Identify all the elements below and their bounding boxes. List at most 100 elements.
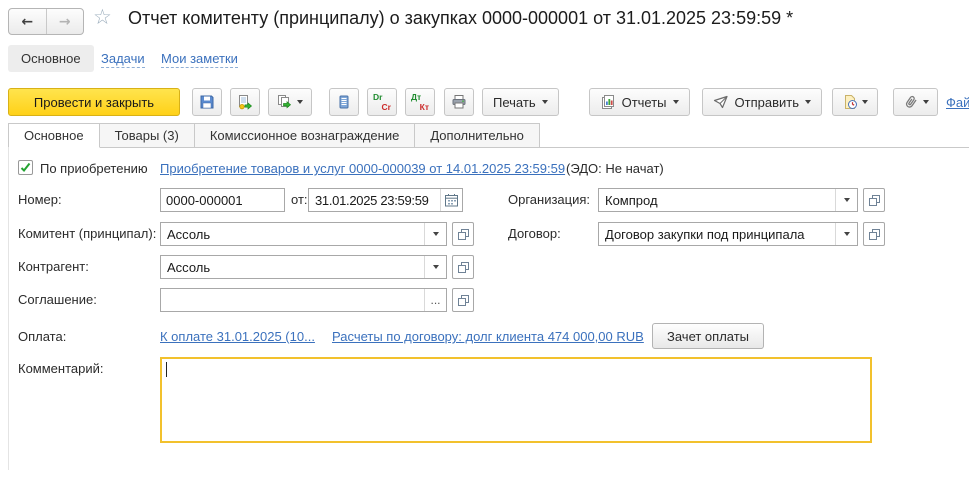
create-based-on-button[interactable] bbox=[268, 88, 312, 116]
open-in-window-icon bbox=[457, 261, 470, 274]
dt-kt-icon: ДтКт bbox=[411, 93, 429, 111]
send-menu-button[interactable]: Отправить bbox=[702, 88, 822, 116]
document-window: ← → ☆ Отчет комитенту (принципалу) о зак… bbox=[0, 0, 969, 491]
calendar-icon bbox=[444, 193, 459, 207]
post-and-close-button[interactable]: Провести и закрыть bbox=[8, 88, 180, 116]
counterparty-combo[interactable]: Ассоль bbox=[160, 255, 447, 279]
open-in-window-icon bbox=[868, 228, 881, 241]
dropdown-button[interactable] bbox=[424, 223, 446, 245]
files-link[interactable]: Файлы bbox=[946, 95, 969, 110]
comment-textarea[interactable] bbox=[160, 357, 872, 443]
floppy-disk-icon bbox=[199, 94, 215, 110]
dropdown-caret-icon bbox=[297, 100, 303, 104]
dropdown-button[interactable] bbox=[835, 223, 857, 245]
contract-open-button[interactable] bbox=[863, 222, 885, 246]
dropdown-caret-icon bbox=[862, 100, 868, 104]
nav-link-notes[interactable]: Мои заметки bbox=[161, 51, 238, 68]
number-label: Номер: bbox=[18, 192, 62, 207]
payment-settlements-link[interactable]: Расчеты по договору: долг клиента 474 00… bbox=[332, 329, 644, 344]
quick-print-button[interactable] bbox=[444, 88, 474, 116]
tab-additional[interactable]: Дополнительно bbox=[415, 123, 540, 148]
counterparty-label: Контрагент: bbox=[18, 259, 89, 274]
dr-cr-button[interactable]: DrCr bbox=[367, 88, 397, 116]
purchase-document-link[interactable]: Приобретение товаров и услуг 0000-000039… bbox=[160, 161, 565, 176]
forward-button[interactable]: → bbox=[47, 9, 84, 34]
save-button[interactable] bbox=[192, 88, 222, 116]
nav-link-tasks[interactable]: Задачи bbox=[101, 51, 145, 68]
contract-value: Договор закупки под принципала bbox=[599, 223, 835, 245]
panel-left-border bbox=[8, 148, 9, 470]
history-nav: ← → bbox=[8, 8, 84, 35]
principal-combo[interactable]: Ассоль bbox=[160, 222, 447, 246]
send-icon bbox=[713, 94, 729, 110]
post-document-button[interactable] bbox=[230, 88, 260, 116]
date-value: 31.01.2025 23:59:59 bbox=[309, 189, 440, 211]
checkmark-icon bbox=[20, 162, 31, 173]
dropdown-caret-icon bbox=[673, 100, 679, 104]
dropdown-caret-icon bbox=[844, 232, 850, 236]
favorite-star-icon[interactable]: ☆ bbox=[93, 5, 112, 29]
agreement-label: Соглашение: bbox=[18, 292, 97, 307]
printer-icon bbox=[451, 94, 467, 110]
nav-tab-main[interactable]: Основное bbox=[8, 45, 94, 72]
page-title: Отчет комитенту (принципалу) о закупках … bbox=[128, 8, 793, 29]
payment-label: Оплата: bbox=[18, 329, 66, 344]
text-cursor bbox=[166, 362, 167, 377]
print-menu-button[interactable]: Печать bbox=[482, 88, 559, 116]
counterparty-value: Ассоль bbox=[161, 256, 424, 278]
payment-offset-button[interactable]: Зачет оплаты bbox=[652, 323, 764, 349]
date-input[interactable]: 31.01.2025 23:59:59 bbox=[308, 188, 463, 212]
organization-combo[interactable]: Компрод bbox=[598, 188, 858, 212]
by-purchase-label: По приобретению bbox=[40, 161, 148, 176]
register-list-icon bbox=[336, 94, 352, 110]
send-menu-label: Отправить bbox=[735, 95, 799, 110]
counterparty-open-button[interactable] bbox=[452, 255, 474, 279]
dropdown-caret-icon bbox=[433, 232, 439, 236]
paperclip-icon bbox=[903, 94, 919, 110]
dr-cr-icon: DrCr bbox=[373, 93, 391, 111]
register-records-button[interactable] bbox=[329, 88, 359, 116]
create-based-on-icon bbox=[277, 94, 293, 110]
open-in-window-icon bbox=[457, 294, 470, 307]
edo-status: (ЭДО: Не начат) bbox=[566, 161, 664, 176]
payment-due-link[interactable]: К оплате 31.01.2025 (10... bbox=[160, 329, 315, 344]
select-button[interactable]: ... bbox=[424, 289, 446, 311]
open-in-window-icon bbox=[457, 228, 470, 241]
tab-goods[interactable]: Товары (3) bbox=[100, 123, 195, 148]
back-arrow-icon: ← bbox=[21, 14, 33, 30]
agreement-field[interactable]: ... bbox=[160, 288, 447, 312]
principal-label: Комитент (принципал): bbox=[18, 226, 156, 241]
dropdown-caret-icon bbox=[844, 198, 850, 202]
report-chart-icon bbox=[600, 94, 616, 110]
agreement-value bbox=[161, 289, 424, 311]
contract-combo[interactable]: Договор закупки под принципала bbox=[598, 222, 858, 246]
date-prefix-label: от: bbox=[291, 192, 308, 207]
reports-menu-label: Отчеты bbox=[622, 95, 667, 110]
form-tabs: Основное Товары (3) Комиссионное вознагр… bbox=[8, 123, 540, 148]
principal-value: Ассоль bbox=[161, 223, 424, 245]
by-purchase-checkbox[interactable] bbox=[18, 160, 33, 175]
attachments-menu-button[interactable] bbox=[893, 88, 938, 116]
post-document-icon bbox=[237, 94, 253, 110]
organization-open-button[interactable] bbox=[863, 188, 885, 212]
reports-menu-button[interactable]: Отчеты bbox=[589, 88, 690, 116]
number-input[interactable] bbox=[160, 188, 285, 212]
contract-label: Договор: bbox=[508, 226, 561, 241]
dropdown-button[interactable] bbox=[424, 256, 446, 278]
forward-arrow-icon: → bbox=[59, 14, 71, 30]
back-button[interactable]: ← bbox=[9, 9, 47, 34]
reminder-document-clock-icon bbox=[842, 94, 858, 110]
dropdown-button[interactable] bbox=[835, 189, 857, 211]
comment-label: Комментарий: bbox=[18, 361, 104, 376]
open-in-window-icon bbox=[868, 194, 881, 207]
agreement-open-button[interactable] bbox=[452, 288, 474, 312]
tab-commission[interactable]: Комиссионное вознаграждение bbox=[195, 123, 416, 148]
tab-main[interactable]: Основное bbox=[8, 123, 100, 148]
dt-kt-button[interactable]: ДтКт bbox=[405, 88, 435, 116]
reminder-menu-button[interactable] bbox=[832, 88, 878, 116]
principal-open-button[interactable] bbox=[452, 222, 474, 246]
organization-value: Компрод bbox=[599, 189, 835, 211]
dropdown-caret-icon bbox=[923, 100, 929, 104]
calendar-button[interactable] bbox=[440, 189, 462, 211]
print-menu-label: Печать bbox=[493, 95, 536, 110]
